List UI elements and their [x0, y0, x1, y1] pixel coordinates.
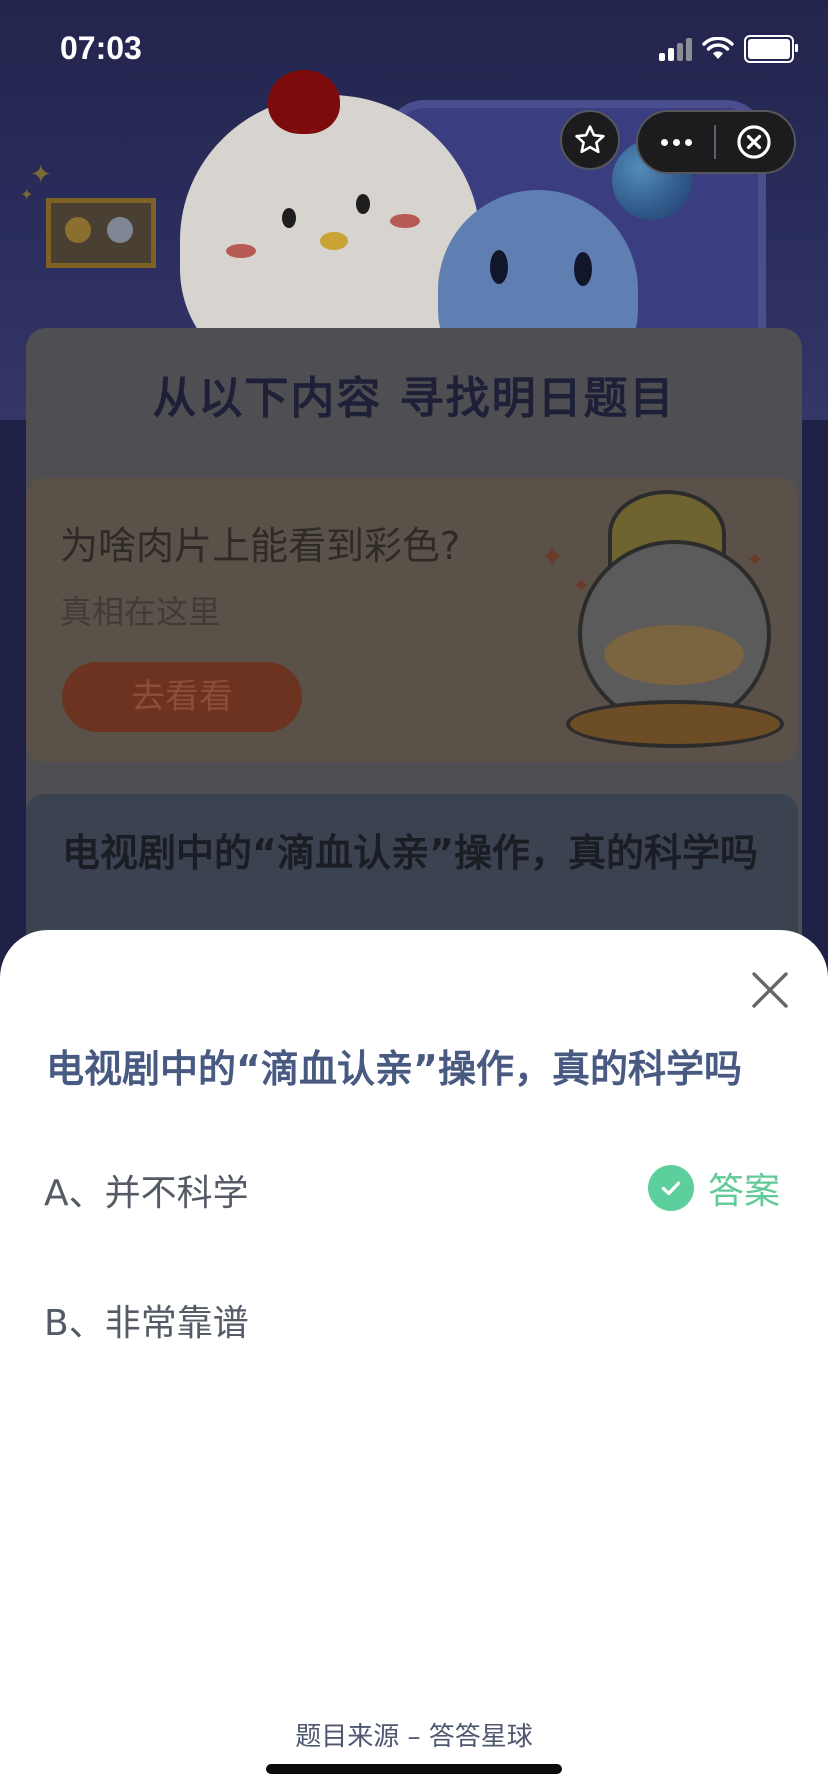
screen: ✦ ✦ 从以下内容 寻找明日题目 为啥肉片上能看到彩色? 真相在这里 去看看 ✦…	[0, 0, 828, 1792]
serving-board-illustration	[566, 700, 784, 748]
chick-cheek	[226, 244, 256, 258]
question-card-title: 电视剧中的“滴血认亲”操作，真的科学吗	[62, 831, 758, 875]
favorite-button[interactable]	[560, 110, 620, 170]
exit-button[interactable]	[716, 112, 792, 172]
status-icons	[659, 34, 798, 64]
content-heading: 从以下内容 寻找明日题目	[152, 373, 676, 424]
option-a[interactable]: A、并不科学 答案	[0, 1148, 828, 1228]
more-button[interactable]	[638, 112, 714, 172]
sheet-question-title: 电视剧中的“滴血认亲”操作，真的科学吗	[46, 1047, 742, 1091]
chick-beak	[320, 232, 348, 250]
close-icon	[752, 972, 788, 1008]
medal-frame-illustration	[46, 198, 156, 268]
answer-tag: 答案	[648, 1162, 780, 1214]
go-see-button[interactable]: 去看看	[62, 662, 302, 732]
sheet-close-button[interactable]	[748, 968, 792, 1012]
chick-eye	[356, 194, 370, 214]
article-subtitle: 真相在这里	[60, 593, 221, 631]
close-circle-icon	[737, 125, 771, 159]
sparkle-icon: ✦	[20, 185, 34, 204]
battery-icon	[744, 35, 798, 63]
sparkle-icon: ✦	[540, 540, 566, 575]
check-circle-icon	[648, 1165, 694, 1211]
miniprogram-capsule	[636, 110, 796, 174]
alien-eye	[574, 252, 592, 286]
gold-medal-icon	[65, 217, 91, 243]
answer-label: 答案	[708, 1171, 781, 1212]
home-indicator[interactable]	[266, 1764, 562, 1774]
chick-eye	[282, 208, 296, 228]
food-plate-illustration	[604, 625, 744, 685]
chick-cheek	[390, 214, 420, 228]
wifi-icon	[702, 37, 734, 59]
silver-medal-icon	[107, 217, 133, 243]
article-title: 为啥肉片上能看到彩色?	[60, 524, 461, 568]
chick-comb	[268, 70, 340, 134]
sparkle-icon: ✦	[572, 574, 591, 599]
option-a-label: A、并不科学	[44, 1173, 249, 1214]
sparkle-icon: ✦	[746, 548, 765, 573]
option-b[interactable]: B、非常靠谱	[0, 1278, 828, 1358]
star-icon	[575, 125, 605, 154]
signal-icon	[659, 37, 692, 61]
status-time: 07:03	[60, 30, 142, 66]
alien-eye	[490, 250, 508, 284]
source-footer: 题目来源 – 答答星球	[295, 1722, 533, 1752]
option-b-label: B、非常靠谱	[44, 1303, 249, 1344]
